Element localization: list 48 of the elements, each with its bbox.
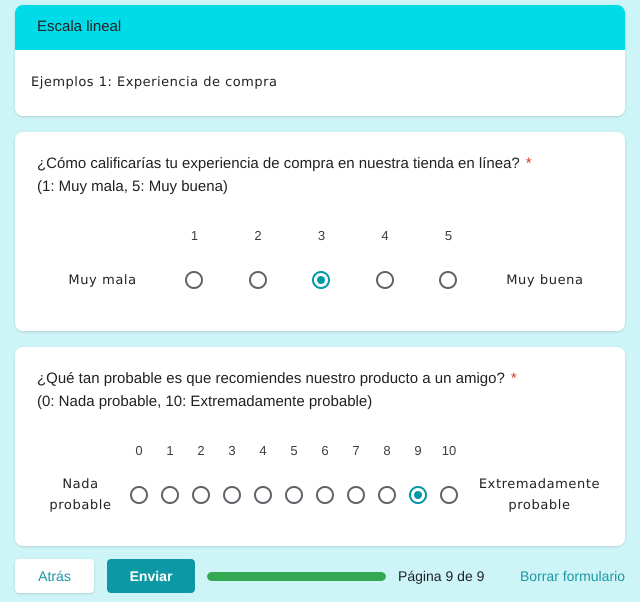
scale-number: 5 [444,227,452,246]
required-mark: * [510,370,517,387]
form-description: Ejemplos 1: Experiencia de compra [31,74,278,92]
scale-number: 1 [190,227,198,246]
radio-button[interactable] [439,271,458,289]
question-title: ¿Cómo calificarías tu experiencia de compra en nuestra tienda en línea? [37,155,520,172]
radio-button[interactable] [440,486,458,504]
scale-number: 4 [381,227,389,246]
question-hint: (0: Nada probable, 10: Extremadamente probable) [37,393,372,410]
scale-max-label: Extremadamente probable [478,477,600,513]
page-indicator: Página 9 de 9 [398,566,484,586]
radio-button[interactable] [185,271,204,289]
scale-number: 5 [290,442,298,460]
radio-button[interactable] [376,271,394,289]
scale-number: 6 [321,442,329,460]
scale-number: 3 [318,227,326,246]
scale-number: 2 [254,227,262,246]
radio-button[interactable] [409,486,427,504]
radio-button[interactable] [254,486,272,504]
scale-min-label: Nada probable [49,477,112,513]
scale-min-label: Muy mala [68,272,137,288]
radio-button[interactable] [192,486,210,504]
radio-button[interactable] [316,486,334,504]
scale-number: 9 [414,442,422,460]
radio-button[interactable] [161,486,179,504]
scale-number: 3 [228,442,236,460]
scale-max-label: Muy buena [506,272,584,288]
radio-button[interactable] [223,486,241,504]
radio-button[interactable] [130,486,148,504]
radio-button[interactable] [312,271,330,289]
question-hint: (1: Muy mala, 5: Muy buena) [37,178,228,195]
radio-button[interactable] [347,486,365,504]
form-title: Escala lineal [37,17,122,38]
radio-button[interactable] [248,271,267,289]
question-title: ¿Qué tan probable es que recomiendes nuestro producto a un amigo? [37,370,505,387]
scale-number: 8 [383,442,391,460]
radio-button[interactable] [378,486,396,504]
scale-number: 7 [352,442,360,460]
submit-button[interactable]: Enviar [107,559,195,593]
scale-number: 2 [197,442,205,460]
scale-number: 10 [442,442,456,460]
radio-button[interactable] [285,486,303,504]
scale-number: 4 [259,442,267,460]
clear-form-link[interactable]: Borrar formulario [520,566,625,586]
back-button[interactable]: Atrás [15,559,94,593]
scale-number: 1 [166,442,174,460]
scale-number: 0 [135,442,143,460]
required-mark: * [526,155,532,172]
